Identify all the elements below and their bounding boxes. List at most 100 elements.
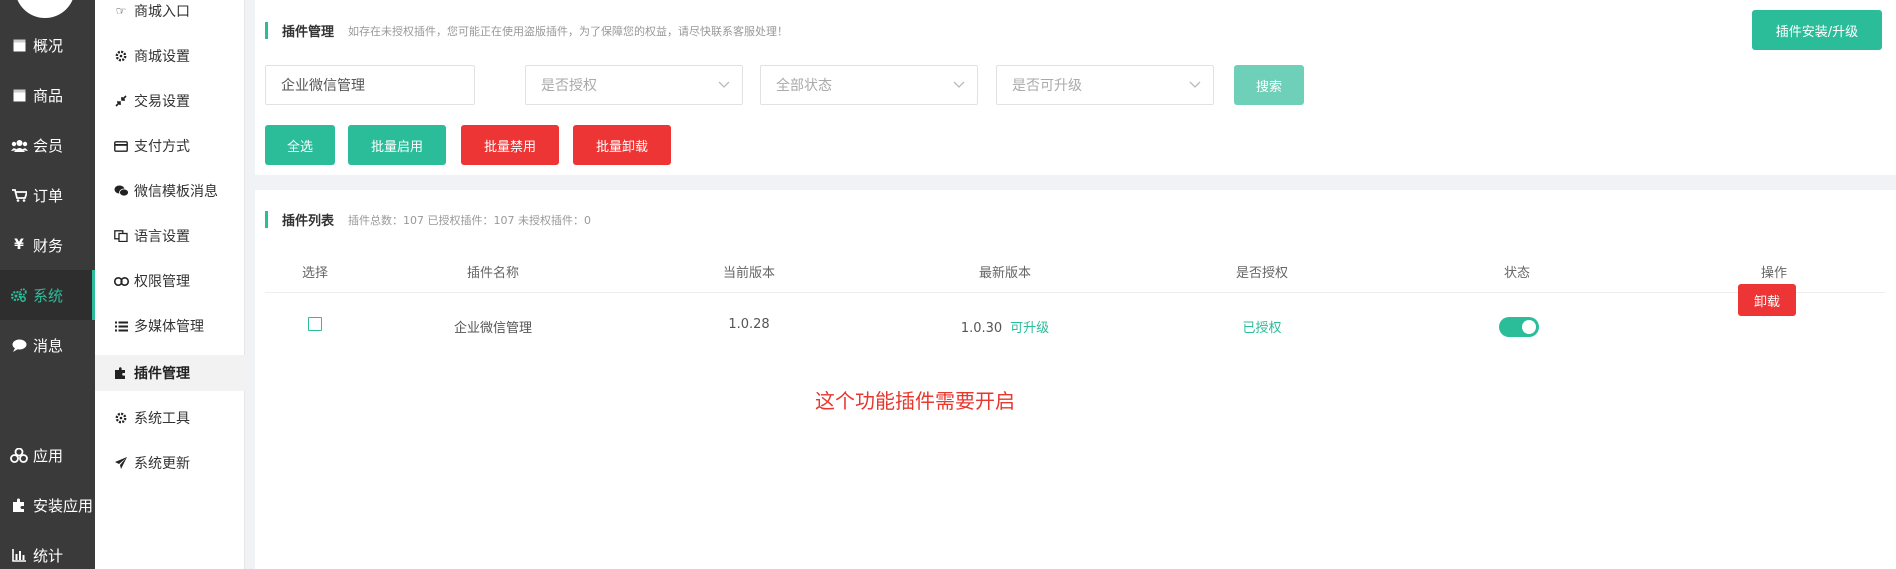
subnav-item-mall-settings[interactable]: 商城设置 <box>95 38 245 74</box>
keyword-input[interactable]: 企业微信管理 <box>265 65 475 105</box>
subnav-item-language[interactable]: 语言设置 <box>95 218 245 254</box>
compress-arrows-icon <box>112 95 130 107</box>
secondary-sidebar: ☞ 商城入口 商城设置 交易设置 支付方式 微信模板消息 语言设置 权限管理 多… <box>95 0 245 569</box>
chevron-down-icon <box>953 81 965 88</box>
plugin-manage-header: 插件管理 如存在未授权插件，您可能正在使用盗版插件，为了保障您的权益，请尽快联系… <box>265 21 788 40</box>
cart-icon <box>10 188 28 202</box>
cubes-icon <box>10 447 28 463</box>
primary-sidebar: 概况 商品 会员 订单 ¥ 财务 系统 消息 应用 安装应用 统计 <box>0 0 95 569</box>
latest-version: 1.0.30 <box>960 321 1003 336</box>
column-header-latest-version: 最新版本 <box>978 266 1032 281</box>
nav-item-label: 商品 <box>33 86 64 105</box>
wechat-icon <box>112 185 130 197</box>
nav-item-goods[interactable]: 商品 <box>0 70 95 120</box>
bar-chart-icon <box>10 548 28 562</box>
nav-item-system[interactable]: 系统 <box>0 270 95 320</box>
nav-item-label: 概况 <box>33 36 64 55</box>
nav-item-members[interactable]: 会员 <box>0 120 95 170</box>
select-all-button[interactable]: 全选 <box>265 125 335 165</box>
column-header-authorized: 是否授权 <box>1235 266 1289 281</box>
subnav-item-plugins[interactable]: 插件管理 <box>95 355 245 391</box>
nav-item-orders[interactable]: 订单 <box>0 170 95 220</box>
hand-point-icon: ☞ <box>115 4 127 18</box>
subnav-item-system-tools[interactable]: 系统工具 <box>95 400 245 436</box>
goods-icon <box>10 89 28 102</box>
plugin-list-panel: 插件列表 插件总数：107 已授权插件：107 未授权插件：0 选择 插件名称 … <box>255 190 1896 569</box>
nav-item-finance[interactable]: ¥ 财务 <box>0 220 95 270</box>
nav-item-overview[interactable]: 概况 <box>0 20 95 70</box>
authorized-status: 已授权 <box>1242 321 1282 336</box>
nav-item-label: 系统 <box>33 286 64 305</box>
status-select[interactable]: 全部状态 <box>760 65 978 105</box>
subnav-item-label: 微信模板消息 <box>134 184 218 200</box>
subnav-item-label: 系统工具 <box>134 411 190 427</box>
credit-card-icon <box>112 140 130 152</box>
nav-item-messages[interactable]: 消息 <box>0 320 95 370</box>
plugin-summary: 插件总数：107 已授权插件：107 未授权插件：0 <box>348 213 591 227</box>
subnav-item-label: 商城入口 <box>134 4 190 20</box>
subnav-item-label: 多媒体管理 <box>134 319 204 335</box>
upgrade-tag[interactable]: 可升级 <box>1010 321 1049 336</box>
authorized-select-placeholder: 是否授权 <box>541 78 597 94</box>
batch-uninstall-button[interactable]: 批量卸载 <box>573 125 671 165</box>
language-icon <box>112 230 130 242</box>
plugin-manage-panel: 插件管理 如存在未授权插件，您可能正在使用盗版插件，为了保障您的权益，请尽快联系… <box>255 0 1896 175</box>
members-icon <box>10 139 28 152</box>
puzzle-icon <box>10 498 28 512</box>
plugin-list-header: 插件列表 插件总数：107 已授权插件：107 未授权插件：0 <box>265 210 591 229</box>
nav-item-label: 应用 <box>33 446 64 465</box>
nav-item-install-apps[interactable]: 安装应用 <box>0 480 95 530</box>
avatar[interactable] <box>15 0 75 18</box>
piracy-notice: 如存在未授权插件，您可能正在使用盗版插件，为了保障您的权益，请尽快联系客服处理！ <box>348 24 789 38</box>
current-version: 1.0.28 <box>728 317 770 332</box>
authorized-select[interactable]: 是否授权 <box>525 65 743 105</box>
subnav-item-label: 支付方式 <box>134 139 190 155</box>
annotation-text: 这个功能插件需要开启 <box>815 389 1015 413</box>
subnav-item-wechat-template[interactable]: 微信模板消息 <box>95 173 245 209</box>
subnav-item-payment[interactable]: 支付方式 <box>95 128 245 164</box>
column-header-select: 选择 <box>301 266 329 281</box>
upgradable-select[interactable]: 是否可升级 <box>996 65 1214 105</box>
subnav-item-system-update[interactable]: 系统更新 <box>95 445 245 481</box>
nav-item-label: 订单 <box>33 186 64 205</box>
nav-item-statistics[interactable]: 统计 <box>0 530 95 569</box>
column-header-status: 状态 <box>1503 266 1531 281</box>
search-button[interactable]: 搜索 <box>1234 65 1304 105</box>
subnav-item-permissions[interactable]: 权限管理 <box>95 263 245 299</box>
subnav-item-label: 交易设置 <box>134 94 190 110</box>
app-root: 概况 商品 会员 订单 ¥ 财务 系统 消息 应用 安装应用 统计 ☞ 商城入口… <box>0 0 1896 569</box>
install-upgrade-button[interactable]: 插件安装/升级 <box>1752 10 1882 50</box>
page-title: 插件管理 <box>282 25 335 40</box>
subnav-item-trade-settings[interactable]: 交易设置 <box>95 83 245 119</box>
subnav-item-mall-entry[interactable]: ☞ 商城入口 <box>95 0 245 29</box>
upgradable-select-placeholder: 是否可升级 <box>1012 78 1082 94</box>
batch-disable-button[interactable]: 批量禁用 <box>461 125 559 165</box>
column-header-name: 插件名称 <box>466 266 520 281</box>
overview-icon <box>10 39 28 52</box>
nav-item-label: 会员 <box>33 136 64 155</box>
nav-item-label: 财务 <box>33 236 64 255</box>
section-accent-bar <box>265 22 268 39</box>
status-select-placeholder: 全部状态 <box>776 78 832 94</box>
yen-icon: ¥ <box>14 237 24 253</box>
latest-version-cell: 1.0.30 可升级 <box>961 317 1049 336</box>
gear-icon <box>112 412 130 424</box>
nav-item-label: 消息 <box>33 336 64 355</box>
subnav-item-media[interactable]: 多媒体管理 <box>95 308 245 344</box>
row-checkbox[interactable] <box>308 317 322 331</box>
chat-bubble-icon <box>10 339 28 352</box>
subnav-item-label: 系统更新 <box>134 456 190 472</box>
nav-item-apps[interactable]: 应用 <box>0 430 95 480</box>
section-accent-bar <box>265 211 268 228</box>
list-icon <box>112 321 130 332</box>
plugin-icon <box>112 367 130 379</box>
nav-item-label: 统计 <box>33 546 64 565</box>
link-icon <box>112 276 130 286</box>
paper-plane-icon <box>112 457 130 469</box>
batch-enable-button[interactable]: 批量启用 <box>348 125 446 165</box>
toggle-knob <box>1522 320 1536 334</box>
uninstall-button[interactable]: 卸载 <box>1738 284 1796 316</box>
status-toggle[interactable] <box>1499 317 1539 337</box>
column-header-actions: 操作 <box>1760 266 1788 281</box>
chevron-down-icon <box>718 81 730 88</box>
